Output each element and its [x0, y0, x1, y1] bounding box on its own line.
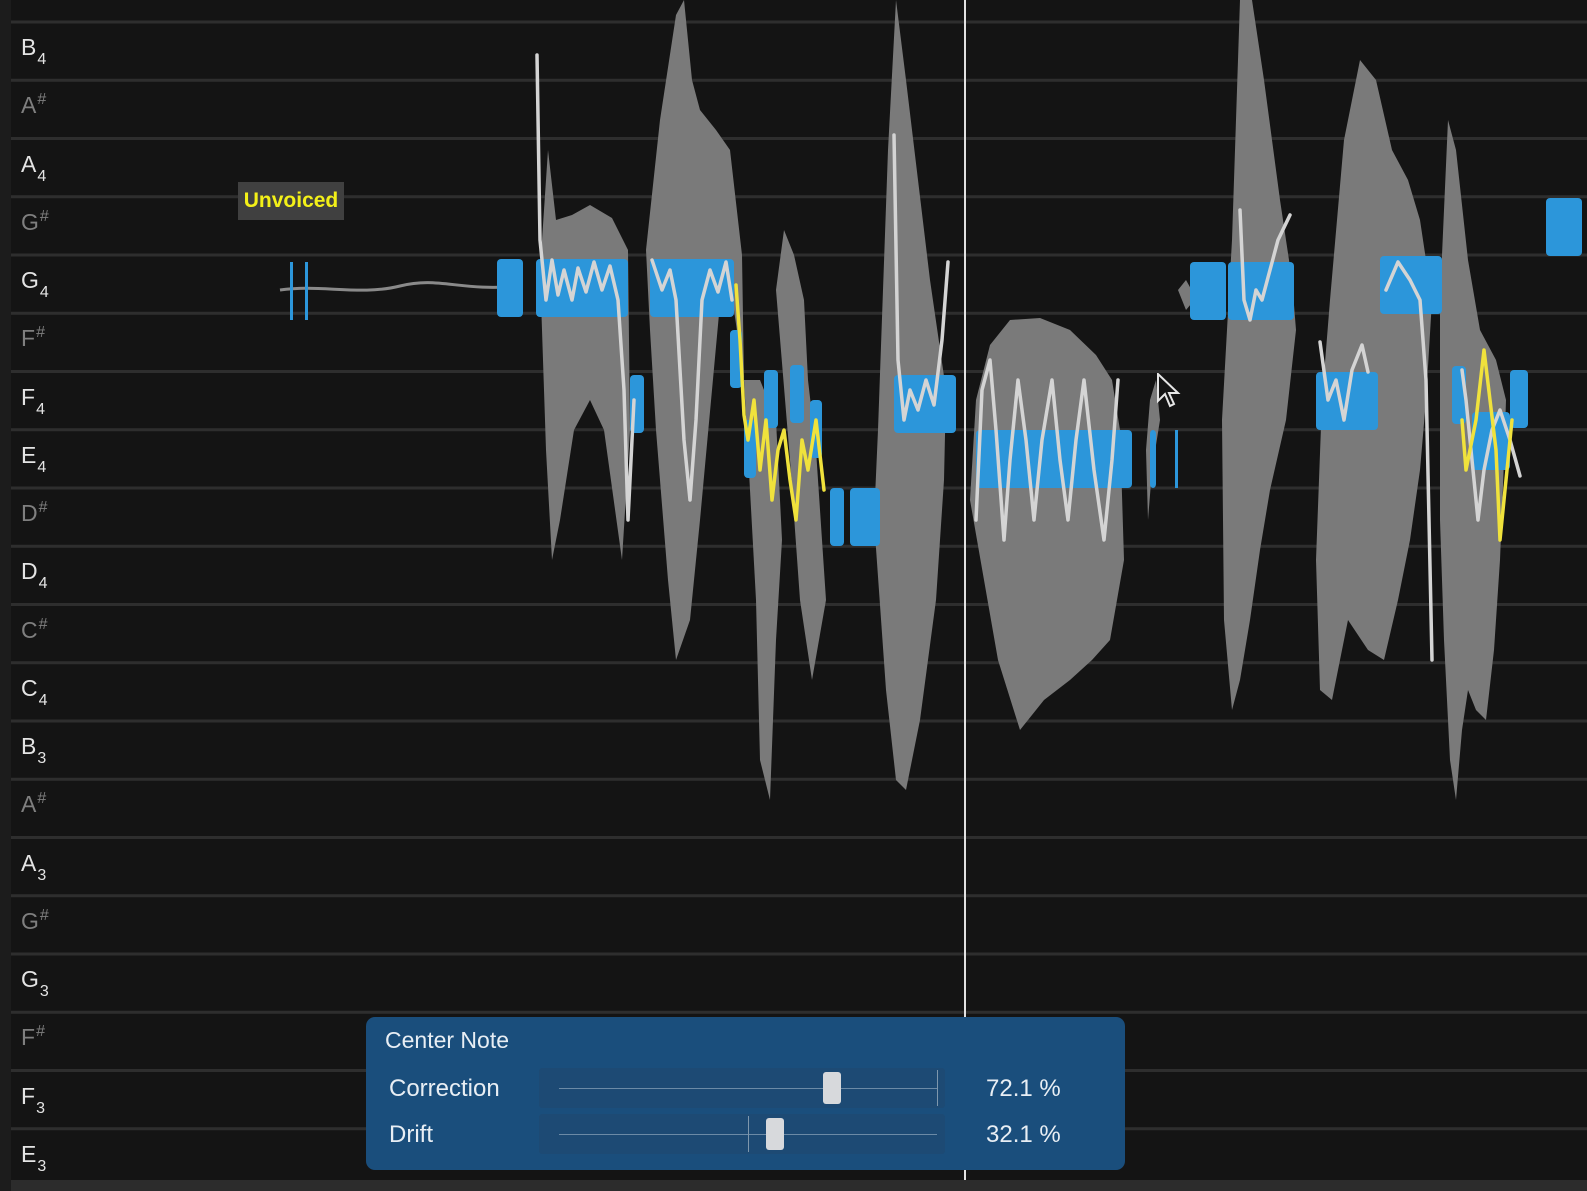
drift-slider[interactable]: [539, 1114, 945, 1154]
mouse-pointer-icon: [1157, 373, 1181, 408]
key-label-g-sharp: G#: [21, 906, 49, 934]
key-label-b3: B3: [21, 733, 47, 768]
drift-slider-center-tick: [748, 1116, 749, 1152]
note-marker: [1175, 430, 1178, 488]
note-blob: [497, 259, 523, 317]
note-blob: [1228, 262, 1294, 320]
correction-slider-thumb[interactable]: [822, 1072, 841, 1104]
note-blob: [1150, 430, 1156, 488]
correction-slider-end-tick: [937, 1070, 938, 1106]
correction-slider[interactable]: [539, 1068, 945, 1108]
key-label-g3: G3: [21, 966, 49, 1001]
key-label-f3: F3: [21, 1082, 45, 1117]
key-label-c4: C4: [21, 674, 48, 709]
note-blob: [1190, 262, 1226, 320]
note-marker: [305, 262, 308, 320]
key-label-a-sharp: A#: [21, 790, 47, 818]
key-label-a3: A3: [21, 849, 47, 884]
note-blob: [850, 488, 880, 546]
piano-roll-keys: B4 A# A4 G# G4 F# F4 E4 D# D4 C# C4 B3 A# A3 G# G3 F# F3 E3: [11, 0, 91, 1191]
unvoiced-tooltip: Unvoiced: [238, 182, 344, 220]
note-blob: [830, 488, 844, 546]
pitch-editor[interactable]: B4 A# A4 G# G4 F# F4 E4 D# D4 C# C4 B3 A# A3 G# G3 F# F3 E3…: [0, 0, 1587, 1191]
note-blob: [790, 365, 804, 423]
correction-value: 72.1 %: [986, 1075, 1061, 1102]
key-label-e3: E3: [21, 1140, 47, 1175]
note-marker: [290, 262, 293, 320]
key-label-f4: F4: [21, 383, 45, 418]
key-label-f-sharp: F#: [21, 1023, 45, 1051]
drift-slider-thumb[interactable]: [765, 1118, 784, 1150]
key-label-a-sharp: A#: [21, 91, 47, 119]
drift-row: Drift 32.1 %: [366, 1114, 1125, 1154]
key-label-f-sharp: F#: [21, 324, 45, 352]
waveform-segment: [540, 150, 630, 560]
key-label-b4: B4: [21, 34, 47, 69]
correction-slider-track[interactable]: [559, 1088, 937, 1089]
pitch-grid[interactable]: [0, 0, 1587, 1191]
bottom-scrollbar[interactable]: [11, 1180, 1587, 1191]
noise-trace: [279, 281, 521, 292]
key-label-d-sharp: D#: [21, 499, 48, 527]
center-note-panel: Center Note Correction 72.1 % Drift 32.1…: [366, 1017, 1125, 1170]
drift-label: Drift: [389, 1121, 433, 1148]
key-label-e4: E4: [21, 441, 47, 476]
correction-row: Correction 72.1 %: [366, 1068, 1125, 1108]
center-note-title: Center Note: [385, 1027, 510, 1053]
key-label-d4: D4: [21, 558, 48, 593]
waveform-segment: [646, 0, 782, 800]
key-label-g4: G4: [21, 267, 49, 302]
key-label-a4: A4: [21, 150, 47, 185]
correction-label: Correction: [389, 1075, 500, 1102]
drift-value: 32.1 %: [986, 1121, 1061, 1148]
note-blob: [1546, 198, 1582, 256]
key-label-c-sharp: C#: [21, 615, 48, 643]
key-label-g-sharp: G#: [21, 207, 49, 235]
